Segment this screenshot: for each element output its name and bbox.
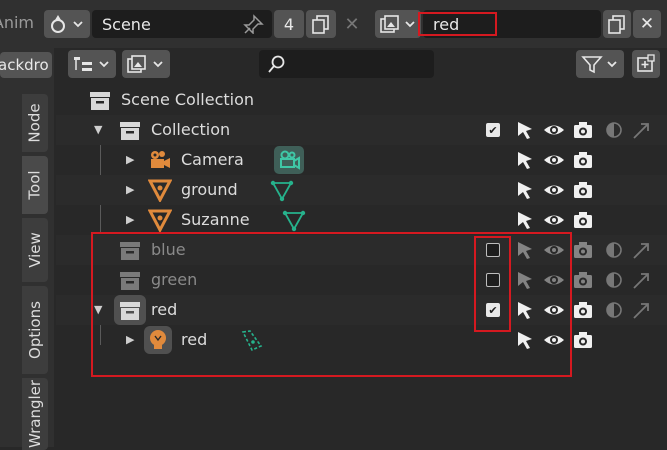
visibility-eye-icon[interactable] (543, 179, 565, 201)
outliner-view-icon (74, 57, 109, 71)
render-camera-icon[interactable] (572, 299, 594, 321)
select-arrow-icon[interactable] (514, 209, 536, 231)
render-camera-icon[interactable] (572, 239, 594, 261)
tab-tool-label: Tool (26, 170, 45, 200)
new-collection-icon (637, 54, 655, 72)
scene-name-field[interactable]: Scene (92, 10, 272, 38)
holdout-icon[interactable] (603, 299, 625, 321)
expand-arrow-icon[interactable]: ▼ (94, 123, 102, 136)
view-layer-browse-button[interactable] (375, 10, 421, 38)
highlight-box-collections (91, 232, 572, 377)
editor-label: Anim (0, 13, 34, 32)
close-icon: ✕ (639, 14, 655, 34)
mesh-object-icon (148, 179, 172, 202)
mesh-data-icon[interactable] (282, 208, 306, 232)
ground-label: ground (181, 180, 238, 199)
visibility-eye-icon[interactable] (543, 149, 565, 171)
tab-options-label: Options (26, 301, 45, 359)
scene-collection-label: Scene Collection (121, 90, 255, 109)
render-camera-icon[interactable] (572, 179, 594, 201)
mesh-object-icon (148, 209, 172, 232)
expand-arrow-icon[interactable]: ▶ (126, 153, 134, 166)
tab-wrangler-label: Wrangler (26, 379, 45, 449)
render-camera-icon[interactable] (572, 149, 594, 171)
pin-icon[interactable] (242, 14, 264, 34)
render-camera-icon[interactable] (572, 119, 594, 141)
visibility-eye-icon[interactable] (543, 209, 565, 231)
indirect-only-icon[interactable] (631, 269, 653, 291)
tab-node-label: Node (26, 103, 44, 143)
scene-icon (51, 15, 83, 33)
backdrop-button[interactable]: ackdro (0, 52, 52, 78)
backdrop-label: ackdro (0, 56, 49, 74)
collection-icon (120, 122, 140, 140)
delete-view-layer-button[interactable]: ✕ (633, 10, 661, 38)
new-collection-button[interactable] (632, 50, 660, 78)
indirect-only-icon[interactable] (631, 299, 653, 321)
view-layer-icon (380, 15, 415, 33)
scene-name-text: Scene (102, 15, 151, 34)
tab-tool[interactable]: Tool (22, 156, 48, 214)
render-camera-icon[interactable] (572, 329, 594, 351)
close-icon: ✕ (344, 13, 360, 35)
suzanne-label: Suzanne (181, 210, 250, 229)
indirect-only-icon[interactable] (631, 119, 653, 141)
view-layer-filter-button[interactable] (122, 50, 170, 78)
expand-arrow-icon[interactable]: ▶ (126, 213, 134, 226)
holdout-icon[interactable] (603, 269, 625, 291)
display-mode-button[interactable] (68, 50, 116, 78)
duplicate-icon (312, 15, 329, 34)
tab-wrangler[interactable]: Wrangler (22, 378, 48, 450)
render-camera-icon[interactable] (572, 269, 594, 291)
scene-browse-button[interactable] (44, 10, 90, 38)
mesh-data-icon[interactable] (270, 178, 294, 202)
camera-object-icon (151, 151, 170, 168)
tab-view-label: View (26, 232, 45, 268)
duplicate-icon (608, 15, 625, 34)
tab-options[interactable]: Options (22, 286, 48, 374)
render-camera-icon[interactable] (572, 209, 594, 231)
holdout-icon[interactable] (603, 119, 625, 141)
collection-icon (90, 92, 110, 110)
tab-node[interactable]: Node (22, 94, 48, 152)
search-icon (268, 55, 285, 73)
visibility-eye-icon[interactable] (543, 119, 565, 141)
collection-label: Collection (151, 120, 231, 139)
select-arrow-icon[interactable] (514, 119, 536, 141)
filter-button[interactable] (576, 50, 624, 78)
outliner-search-input[interactable] (259, 50, 434, 78)
indirect-only-icon[interactable] (631, 239, 653, 261)
delete-scene-button[interactable]: ✕ (338, 10, 366, 38)
camera-data-icon[interactable] (274, 146, 304, 174)
scene-users-text: 4 (283, 14, 295, 34)
holdout-icon[interactable] (603, 239, 625, 261)
view-layer-icon (127, 55, 163, 73)
expand-arrow-icon[interactable]: ▶ (126, 183, 134, 196)
select-arrow-icon[interactable] (514, 179, 536, 201)
select-arrow-icon[interactable] (514, 149, 536, 171)
tab-view[interactable]: View (22, 218, 48, 282)
duplicate-scene-button[interactable] (306, 10, 336, 38)
camera-label: Camera (181, 150, 244, 169)
scene-users-count[interactable]: 4 (274, 10, 304, 38)
view-layer-highlight (418, 12, 497, 36)
exclude-checkbox[interactable]: ✔ (486, 123, 500, 137)
duplicate-view-layer-button[interactable] (603, 10, 631, 38)
outliner-row-scene-collection[interactable]: Scene Collection (56, 85, 667, 115)
funnel-icon (581, 56, 617, 74)
